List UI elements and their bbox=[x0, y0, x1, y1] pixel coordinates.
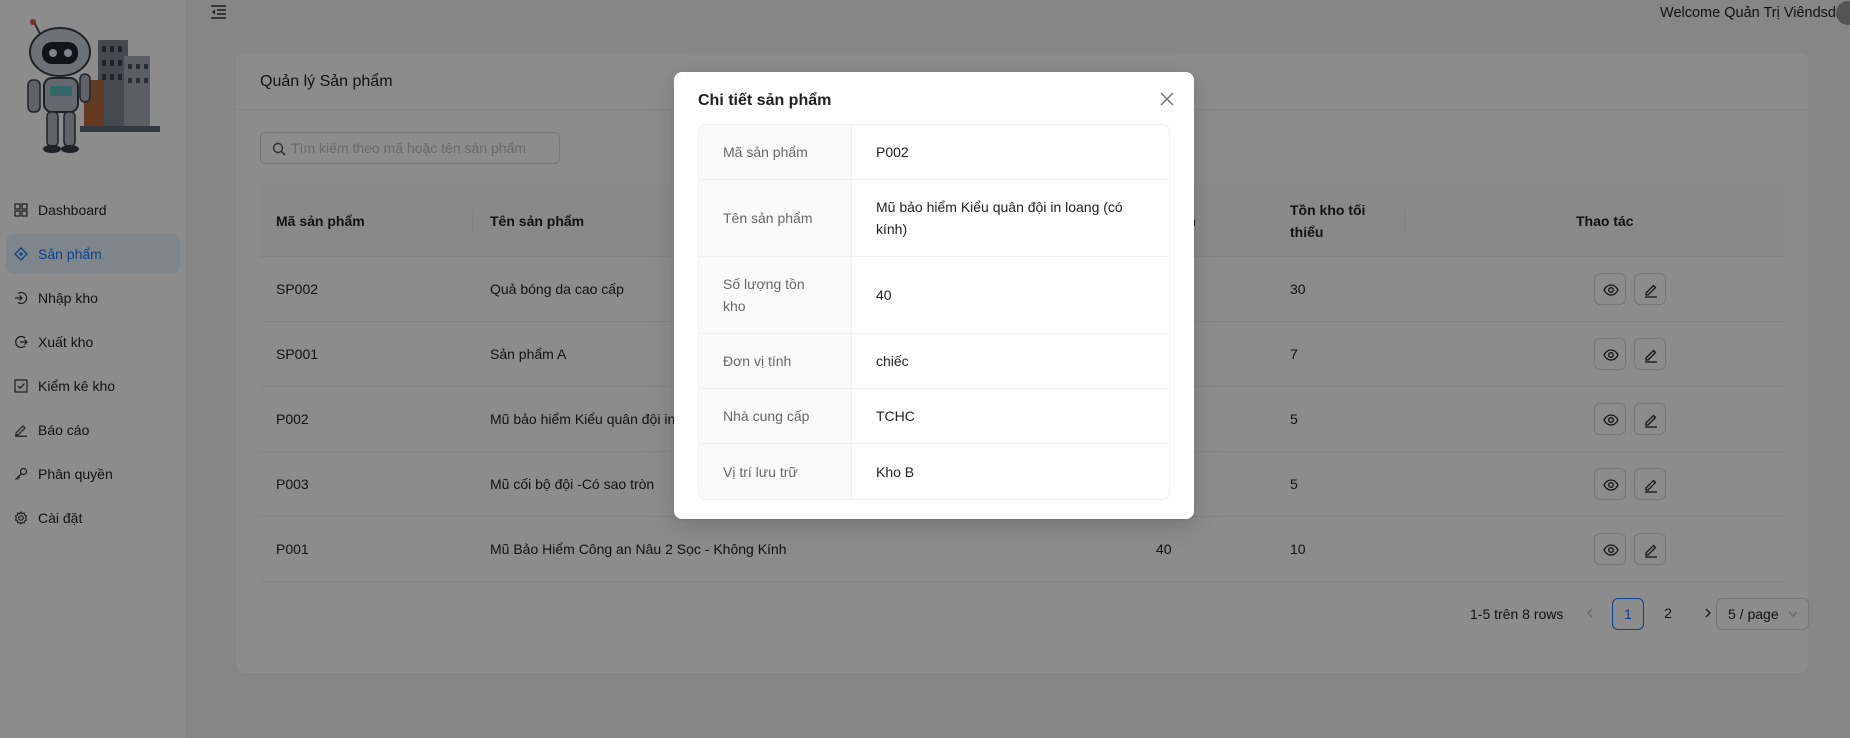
product-detail-modal: Chi tiết sản phẩm Mã sản phẩm P002 Tên s… bbox=[674, 72, 1194, 519]
detail-row-quantity: Số lượng tồn kho 40 bbox=[699, 257, 1169, 334]
detail-row-code: Mã sản phẩm P002 bbox=[699, 125, 1169, 180]
detail-label: Số lượng tồn kho bbox=[699, 257, 852, 333]
close-icon bbox=[1160, 92, 1174, 106]
detail-row-unit: Đơn vị tính chiếc bbox=[699, 334, 1169, 389]
detail-value: Kho B bbox=[876, 463, 915, 480]
detail-row-name: Tên sản phẩm Mũ bảo hiểm Kiểu quân đội i… bbox=[699, 180, 1169, 257]
detail-label: Đơn vị tính bbox=[699, 334, 852, 388]
detail-value: chiếc bbox=[876, 353, 909, 369]
product-description-table: Mã sản phẩm P002 Tên sản phẩm Mũ bảo hiể… bbox=[698, 124, 1170, 500]
detail-value: TCHC bbox=[876, 408, 915, 424]
detail-label: Mã sản phẩm bbox=[699, 125, 852, 179]
detail-value: Mũ bảo hiểm Kiểu quân đội in loang (có k… bbox=[876, 199, 1123, 237]
detail-row-supplier: Nhà cung cấp TCHC bbox=[699, 389, 1169, 444]
detail-value: 40 bbox=[876, 287, 892, 303]
detail-label: Tên sản phẩm bbox=[699, 180, 852, 256]
modal-title: Chi tiết sản phẩm bbox=[698, 92, 832, 109]
detail-label: Vị trí lưu trữ bbox=[699, 444, 852, 499]
detail-row-location: Vị trí lưu trữ Kho B bbox=[699, 444, 1169, 499]
close-button[interactable] bbox=[1156, 88, 1178, 110]
detail-value: P002 bbox=[876, 144, 909, 160]
detail-label: Nhà cung cấp bbox=[699, 389, 852, 443]
